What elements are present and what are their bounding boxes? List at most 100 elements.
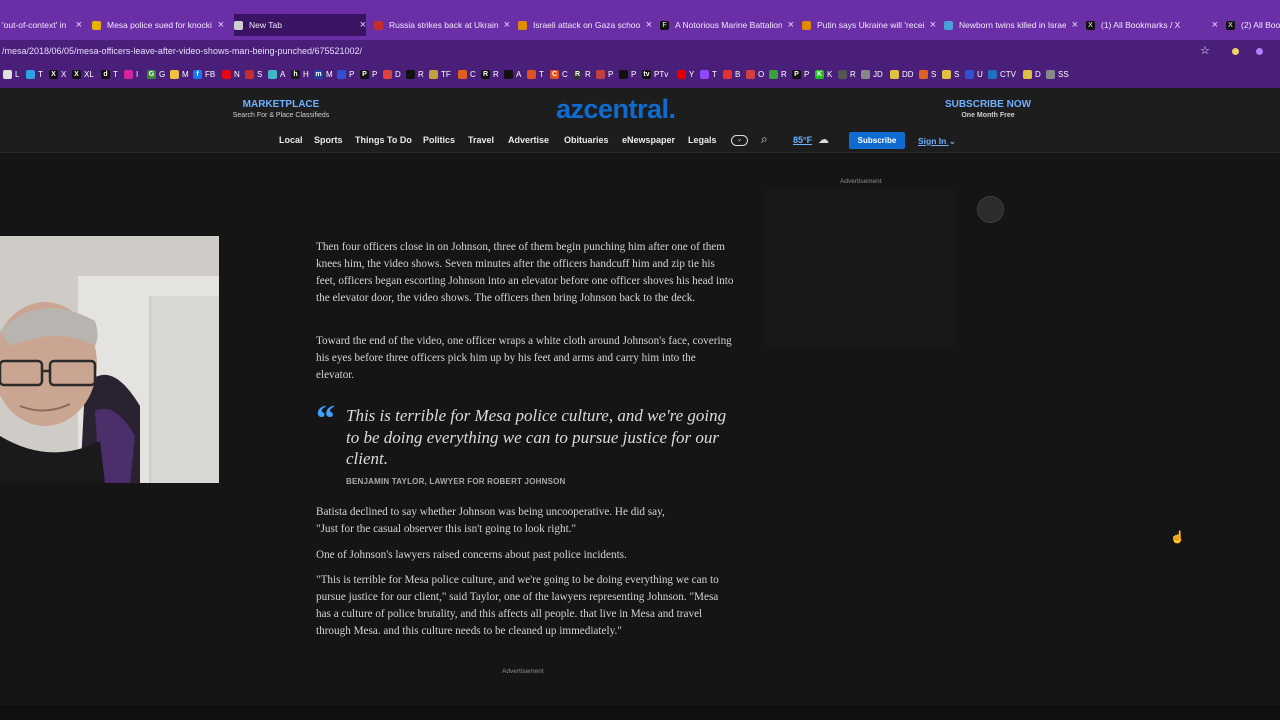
profile-icon[interactable] <box>1256 48 1263 55</box>
nav-obituaries[interactable]: Obituaries <box>564 135 609 145</box>
bookmark-label: T <box>38 70 43 79</box>
bookmark-item[interactable]: JD <box>861 70 883 79</box>
bookmark-star-icon[interactable]: ☆ <box>1200 44 1210 57</box>
bookmark-label: CTV <box>1000 70 1016 79</box>
browser-tab[interactable]: Mesa police sued for knocki × <box>92 14 224 36</box>
bookmark-item[interactable]: M <box>170 70 189 79</box>
bookmark-item[interactable]: R <box>838 70 856 79</box>
bookmark-item[interactable]: SS <box>1046 70 1069 79</box>
bookmark-item[interactable]: D <box>1023 70 1041 79</box>
tab-title: (2) All Book <box>1241 20 1280 30</box>
browser-tab[interactable]: F A Notorious Marine Battalion × <box>660 14 794 36</box>
pull-quote-attribution: BENJAMIN TAYLOR, LAWYER FOR ROBERT JOHNS… <box>346 477 566 486</box>
more-menu-icon[interactable]: ⌄ <box>731 135 748 146</box>
nav-local[interactable]: Local <box>279 135 303 145</box>
nav-advertise[interactable]: Advertise <box>508 135 549 145</box>
tab-favicon-icon: X <box>1226 20 1235 30</box>
bookmark-item[interactable]: P <box>337 70 354 79</box>
bookmark-item[interactable]: DD <box>890 70 914 79</box>
bookmark-item[interactable]: B <box>723 70 740 79</box>
url-text[interactable]: /mesa/2018/06/05/mesa-officers-leave-aft… <box>2 46 362 56</box>
bookmark-item[interactable]: R <box>769 70 787 79</box>
extension-icon[interactable] <box>1232 48 1239 55</box>
nav-politics[interactable]: Politics <box>423 135 455 145</box>
tab-close-icon[interactable]: × <box>218 19 224 31</box>
browser-tab[interactable]: Russia strikes back at Ukrain × <box>374 14 510 36</box>
tab-favicon-icon: X <box>1086 20 1095 30</box>
bookmark-item[interactable]: Y <box>677 70 694 79</box>
temperature[interactable]: 85°F <box>793 135 812 145</box>
bookmark-item[interactable]: S <box>919 70 936 79</box>
bookmark-item[interactable]: mM <box>314 70 333 79</box>
bookmark-item[interactable]: GG <box>147 70 165 79</box>
bookmark-label: T <box>539 70 544 79</box>
bookmark-item[interactable]: RR <box>573 70 591 79</box>
subscribe-button[interactable]: Subscribe <box>849 132 905 149</box>
bookmark-item[interactable]: TF <box>429 70 451 79</box>
bookmark-label: R <box>585 70 591 79</box>
marketplace-link[interactable]: MARKETPLACE Search For & Place Classifie… <box>225 99 337 119</box>
bookmark-item[interactable]: L <box>3 70 19 79</box>
bookmark-favicon-icon: X <box>49 70 58 79</box>
sidebar-ad[interactable] <box>764 188 954 346</box>
bookmark-item[interactable]: CTV <box>988 70 1016 79</box>
bookmark-item[interactable]: A <box>504 70 521 79</box>
site-logo[interactable]: azcentral. <box>556 94 676 125</box>
bookmark-item[interactable]: hH <box>291 70 309 79</box>
bookmark-item[interactable]: D <box>383 70 401 79</box>
browser-tab[interactable]: 'out-of-context' in × <box>2 14 82 36</box>
bookmark-item[interactable]: KK <box>815 70 832 79</box>
address-bar[interactable]: /mesa/2018/06/05/mesa-officers-leave-aft… <box>0 40 1280 64</box>
browser-tab[interactable]: X (1) All Bookmarks / X × <box>1086 14 1218 36</box>
nav-legals[interactable]: Legals <box>688 135 717 145</box>
bookmark-item[interactable]: tv PTv <box>642 70 668 79</box>
nav-things-to-do[interactable]: Things To Do <box>355 135 412 145</box>
bookmark-item[interactable]: C <box>458 70 476 79</box>
bookmark-label: I <box>136 70 139 79</box>
bookmark-item[interactable]: S <box>245 70 262 79</box>
tab-close-icon[interactable]: × <box>930 19 936 31</box>
bookmark-item[interactable]: CC <box>550 70 568 79</box>
browser-tab[interactable]: Newborn twins killed in Israe × <box>944 14 1078 36</box>
sign-in-link[interactable]: Sign In ⌄ <box>918 136 956 147</box>
tab-close-icon[interactable]: × <box>504 19 510 31</box>
bookmark-item[interactable]: PP <box>360 70 377 79</box>
subscribe-now-link[interactable]: SUBSCRIBE NOW One Month Free <box>944 99 1032 119</box>
bookmark-item[interactable]: N <box>222 70 240 79</box>
tab-close-icon[interactable]: × <box>1072 19 1078 31</box>
tab-close-icon[interactable]: × <box>1212 19 1218 31</box>
bookmark-item[interactable]: X XL <box>72 70 94 79</box>
article-paragraph-4: One of Johnson's lawyers raised concerns… <box>316 549 627 561</box>
nav-sports[interactable]: Sports <box>314 135 343 145</box>
bookmark-item[interactable]: A <box>268 70 285 79</box>
bookmark-item[interactable]: U <box>965 70 983 79</box>
nav-travel[interactable]: Travel <box>468 135 494 145</box>
bookmark-item[interactable]: PP <box>792 70 809 79</box>
bookmark-item[interactable]: S <box>942 70 959 79</box>
browser-tab[interactable]: New Tab × <box>234 14 366 36</box>
bookmark-item[interactable]: T <box>26 70 43 79</box>
search-icon[interactable]: ⌕ <box>761 132 768 147</box>
bookmark-item[interactable]: f FB <box>193 70 215 79</box>
bookmark-item[interactable]: XX <box>49 70 66 79</box>
bookmark-item[interactable]: P <box>596 70 613 79</box>
tab-close-icon[interactable]: × <box>788 19 794 31</box>
bookmark-item[interactable]: O <box>746 70 764 79</box>
bookmark-item[interactable]: I <box>124 70 138 79</box>
article-paragraph-1: Then four officers close in on Johnson, … <box>316 241 734 304</box>
tab-close-icon[interactable]: × <box>360 19 366 31</box>
webcam-person-image <box>0 236 219 483</box>
nav-enewspaper[interactable]: eNewspaper <box>622 135 675 145</box>
bookmark-item[interactable]: T <box>527 70 544 79</box>
tab-close-icon[interactable]: × <box>646 19 652 31</box>
bookmark-item[interactable]: dT <box>101 70 118 79</box>
ad-close-icon[interactable] <box>977 196 1004 223</box>
bookmark-item[interactable]: P <box>619 70 636 79</box>
bookmark-item[interactable]: R <box>406 70 424 79</box>
bookmark-item[interactable]: RR <box>481 70 499 79</box>
bookmark-item[interactable]: T <box>700 70 717 79</box>
browser-tab[interactable]: Putin says Ukraine will 'recei × <box>802 14 936 36</box>
browser-tab[interactable]: Israeli attack on Gaza school × <box>518 14 652 36</box>
browser-tab[interactable]: X (2) All Book <box>1226 14 1280 36</box>
tab-close-icon[interactable]: × <box>76 19 82 31</box>
